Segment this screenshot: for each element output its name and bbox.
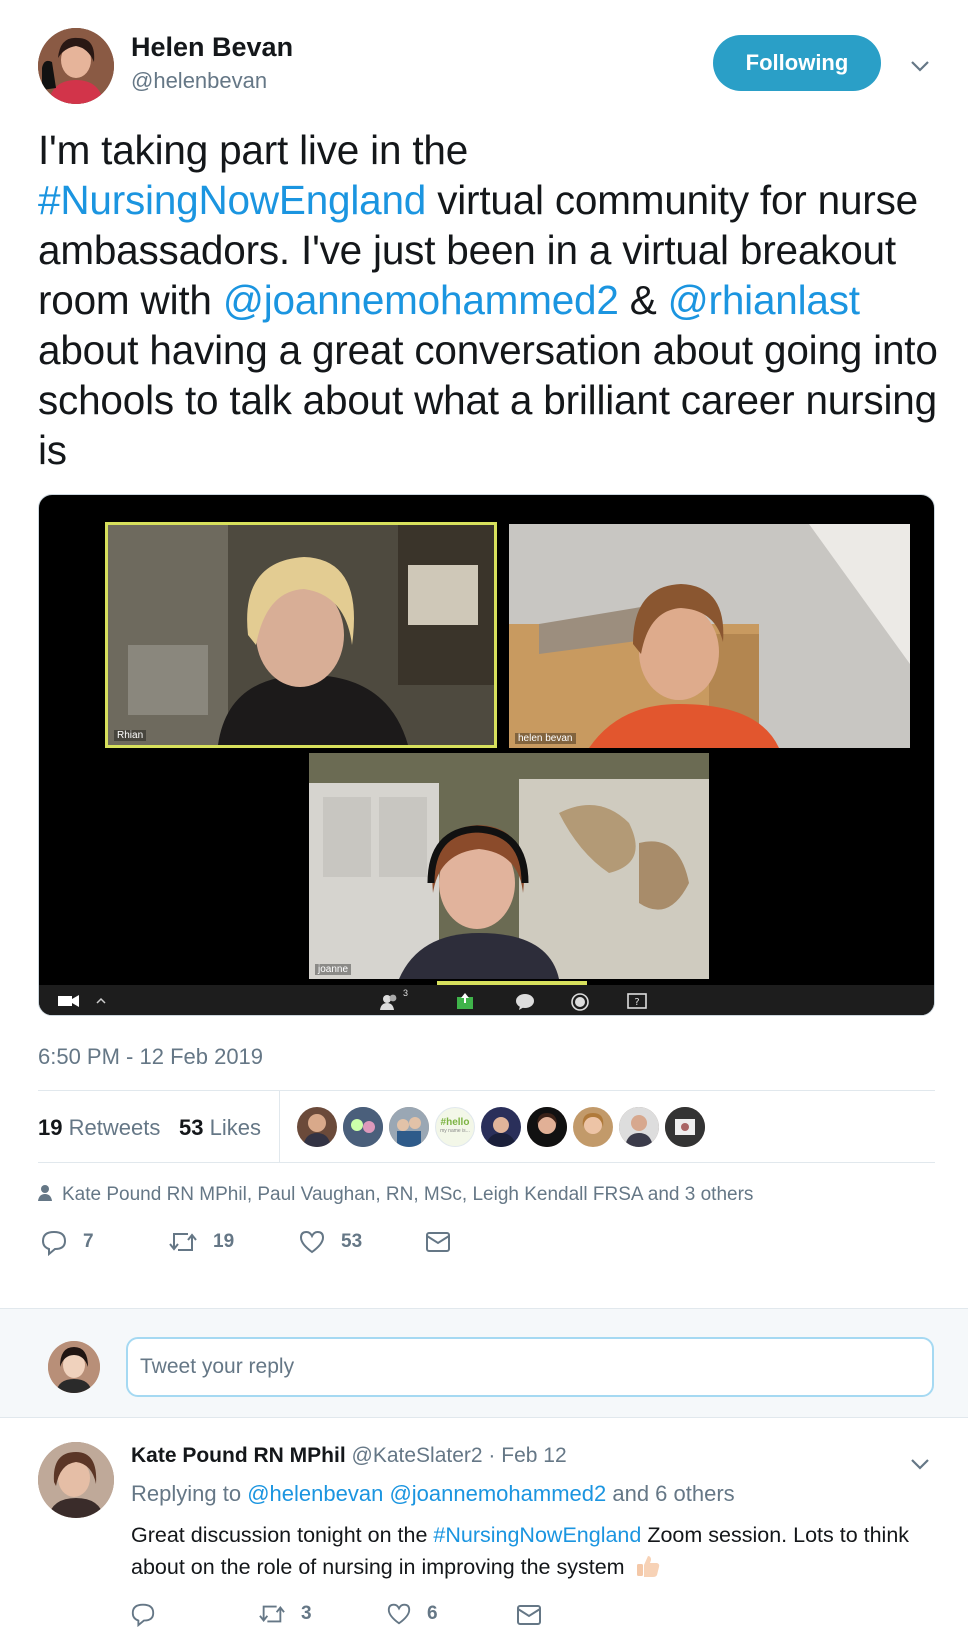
- thumbs-up-icon: [635, 1553, 661, 1579]
- liker-avatar[interactable]: [619, 1107, 659, 1147]
- help-icon: ?: [627, 993, 647, 1009]
- tweet-header: Helen Bevan @helenbevan Following: [0, 0, 968, 115]
- reply-text: Great discussion tonight on the #Nursing…: [131, 1519, 921, 1583]
- participant-count: 3: [403, 988, 409, 998]
- retweet-button[interactable]: 19: [168, 1228, 234, 1256]
- reply-button[interactable]: [130, 1601, 171, 1627]
- liker-avatar[interactable]: [527, 1107, 567, 1147]
- like-button[interactable]: 6: [386, 1601, 438, 1627]
- reply-author-name[interactable]: Kate Pound RN MPhil: [131, 1444, 346, 1467]
- reply-header: Kate Pound RN MPhil @KateSlater2 · Feb 1…: [131, 1444, 567, 1468]
- retweet-icon: [259, 1605, 285, 1623]
- participant-label: joanne: [315, 964, 352, 975]
- chat-icon: [516, 994, 534, 1010]
- participant-label: helen bevan: [515, 733, 576, 744]
- mention-link[interactable]: @helenbevan: [247, 1481, 383, 1506]
- retweets-count: 19: [38, 1115, 63, 1140]
- reply-like-count: 6: [427, 1603, 438, 1624]
- replying-to-others[interactable]: and 6 others: [612, 1481, 734, 1506]
- video-tile-joanne: joanne: [309, 753, 709, 979]
- envelope-icon: [426, 1232, 450, 1252]
- liker-avatar[interactable]: [665, 1107, 705, 1147]
- svg-text:?: ?: [634, 997, 639, 1008]
- hashtag-link[interactable]: #NursingNowEngland: [433, 1523, 641, 1547]
- chevron-down-icon[interactable]: [908, 1452, 932, 1476]
- chevron-up-icon: [96, 997, 106, 1004]
- reply-retweet-count: 3: [301, 1603, 312, 1624]
- direct-message-button[interactable]: [516, 1603, 542, 1627]
- heart-icon: [299, 1230, 325, 1254]
- tweet-text-part: &: [618, 277, 668, 323]
- tweet-text-part: I'm taking part live in the: [38, 127, 469, 173]
- reply-button[interactable]: 7: [40, 1228, 94, 1256]
- liker-avatar[interactable]: [297, 1107, 337, 1147]
- retweet-icon: [169, 1233, 197, 1251]
- person-icon: [38, 1185, 52, 1201]
- reply-icon: [41, 1230, 67, 1256]
- author-handle[interactable]: @helenbevan: [131, 68, 267, 94]
- following-button[interactable]: Following: [713, 35, 881, 91]
- stats-separator: [279, 1091, 280, 1162]
- tweet-text: I'm taking part live in the #NursingNowE…: [38, 125, 938, 475]
- liked-by-text: Kate Pound RN MPhil, Paul Vaughan, RN, M…: [62, 1184, 754, 1205]
- retweet-button[interactable]: 3: [258, 1601, 312, 1627]
- retweets-stat[interactable]: 19 Retweets: [38, 1115, 160, 1141]
- likes-label: Likes: [209, 1115, 261, 1140]
- mention-link[interactable]: @joannemohammed2: [223, 277, 619, 323]
- direct-message-button[interactable]: [425, 1230, 451, 1254]
- reply-date[interactable]: · Feb 12: [483, 1444, 566, 1467]
- reply-count: 7: [83, 1231, 94, 1252]
- chevron-down-icon[interactable]: [908, 54, 932, 78]
- liker-hello-subtext: my name is...: [440, 1128, 470, 1134]
- participant-label: Rhian: [114, 730, 147, 741]
- divider: [38, 1162, 935, 1163]
- divider: [38, 1090, 935, 1091]
- replying-to-label: Replying to: [131, 1481, 242, 1506]
- author-avatar[interactable]: [38, 28, 114, 104]
- video-camera-icon: [58, 995, 79, 1007]
- liker-avatar[interactable]: [389, 1107, 429, 1147]
- tweet-reply-input[interactable]: [126, 1337, 934, 1397]
- liker-avatar[interactable]: #hello my name is...: [435, 1107, 475, 1147]
- share-screen-icon: [457, 993, 473, 1009]
- tweet-media-image[interactable]: Rhian helen bevan joanne 3 ?: [38, 494, 935, 1016]
- mention-link[interactable]: @joannemohammed2: [389, 1481, 606, 1506]
- reply-author-handle[interactable]: @KateSlater2: [352, 1444, 483, 1467]
- reply-author-avatar[interactable]: [38, 1442, 114, 1518]
- tweet-timestamp[interactable]: 6:50 PM - 12 Feb 2019: [38, 1044, 263, 1070]
- envelope-icon: [517, 1605, 541, 1625]
- current-user-avatar[interactable]: [48, 1341, 100, 1393]
- liker-avatar[interactable]: [343, 1107, 383, 1147]
- zoom-toolbar: 3 ?: [39, 985, 934, 1015]
- author-name[interactable]: Helen Bevan: [131, 32, 293, 63]
- record-icon: [571, 993, 589, 1011]
- retweet-count: 19: [213, 1231, 235, 1252]
- hashtag-link[interactable]: #NursingNowEngland: [38, 177, 426, 223]
- liked-by-line[interactable]: Kate Pound RN MPhil, Paul Vaughan, RN, M…: [38, 1184, 753, 1206]
- liker-hello-text: #hello: [440, 1117, 470, 1128]
- video-tile-helen: helen bevan: [509, 524, 910, 748]
- liker-avatar[interactable]: [481, 1107, 521, 1147]
- reply-tweet[interactable]: Kate Pound RN MPhil @KateSlater2 · Feb 1…: [0, 1419, 968, 1636]
- mention-link[interactable]: @rhianlast: [668, 277, 860, 323]
- participants-icon: [380, 994, 397, 1010]
- retweets-label: Retweets: [68, 1115, 161, 1140]
- replying-to-line: Replying to @helenbevan @joannemohammed2…: [131, 1481, 735, 1507]
- liker-avatar[interactable]: [573, 1107, 613, 1147]
- like-count: 53: [341, 1231, 363, 1252]
- heart-icon: [387, 1603, 411, 1625]
- tweet-text-part: about having a great conversation about …: [38, 327, 938, 473]
- likes-stat[interactable]: 53 Likes: [179, 1115, 261, 1141]
- video-tile-rhian: Rhian: [105, 522, 497, 748]
- reply-icon: [131, 1603, 155, 1627]
- likes-count: 53: [179, 1115, 204, 1140]
- reply-text-part: Great discussion tonight on the: [131, 1523, 434, 1547]
- reply-compose-area: [0, 1308, 968, 1418]
- like-button[interactable]: 53: [298, 1228, 362, 1256]
